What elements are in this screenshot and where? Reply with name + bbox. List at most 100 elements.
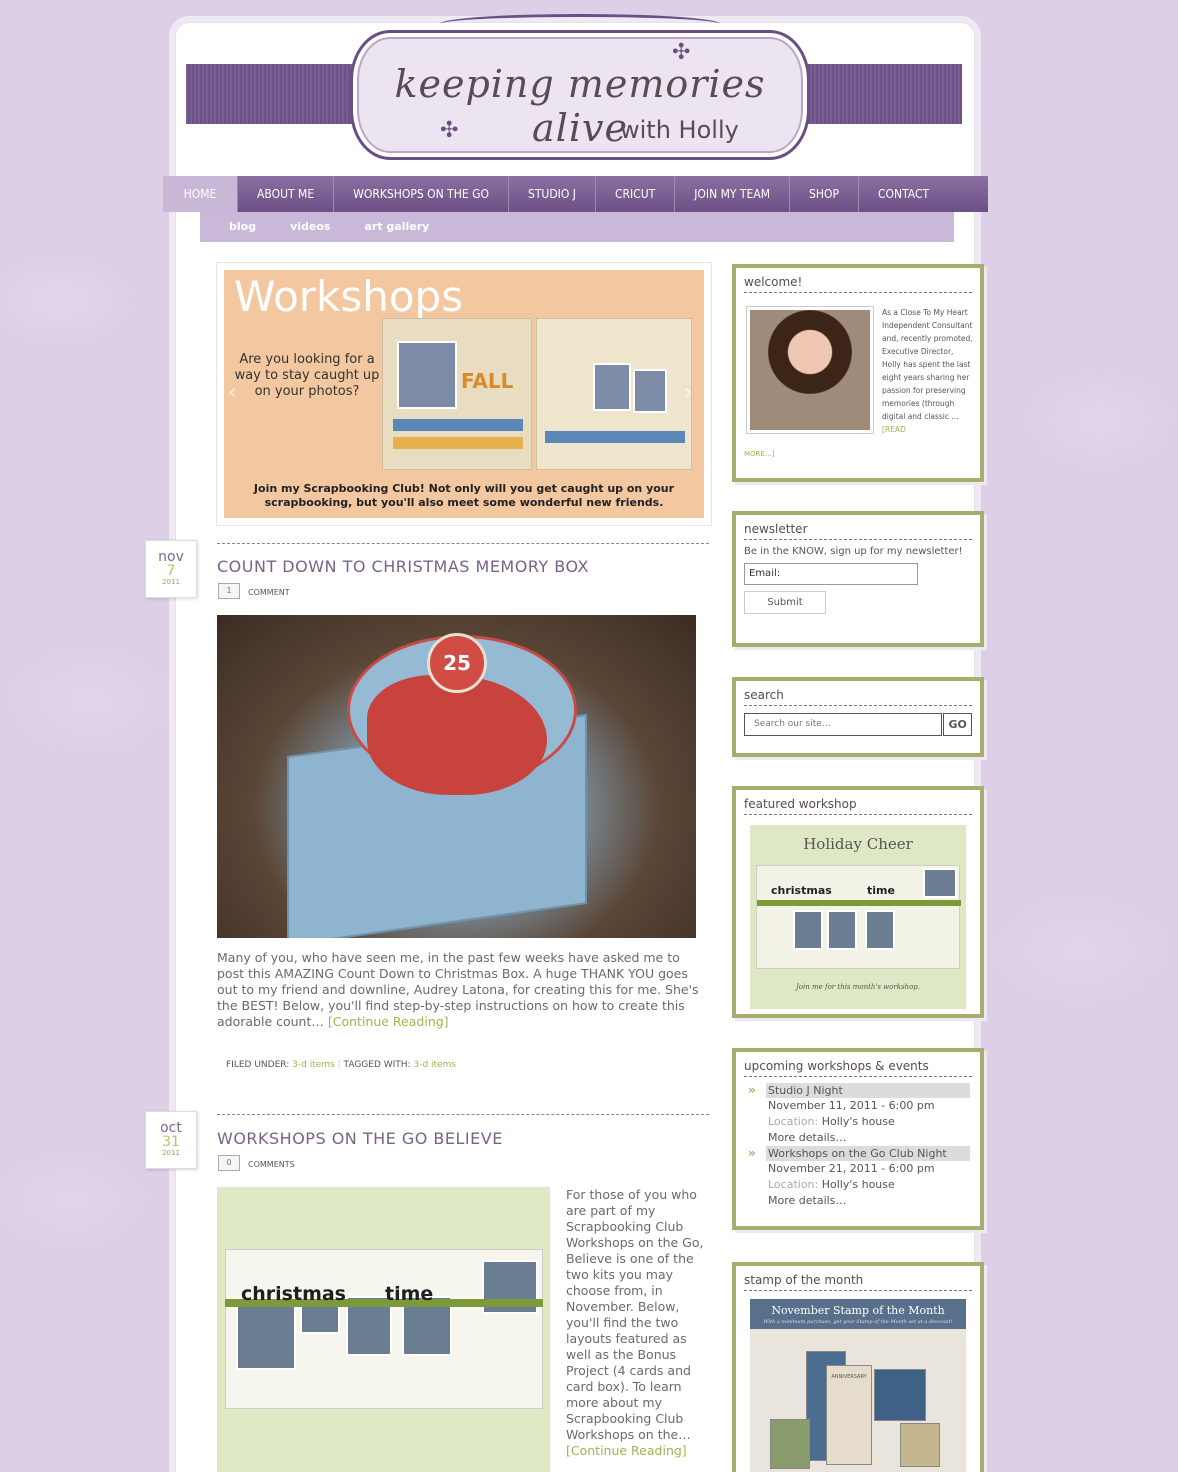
post-date: oct 31 2011 [145, 1111, 197, 1169]
location-label: Location: [768, 1178, 819, 1191]
event-title[interactable]: Studio J Night [766, 1083, 970, 1098]
location-value: Holly's house [821, 1178, 895, 1191]
event-item: » Workshops on the Go Club Night Novembe… [748, 1146, 970, 1209]
featured-workshop-image[interactable]: Holiday Cheer christmas time Join me for… [750, 825, 966, 1009]
stamp-card-word: ANNIVERSARY [826, 1365, 872, 1465]
search-widget: search Search our site… GO [732, 677, 984, 757]
slider-photo-word: FALL [461, 369, 514, 393]
post-divider [217, 1114, 709, 1115]
featured-image-word: christmas [771, 884, 832, 897]
event-location: Location: Holly's house [766, 1114, 970, 1130]
post-title[interactable]: COUNT DOWN TO CHRISTMAS MEMORY BOX [217, 557, 589, 576]
email-field[interactable]: Email: [744, 563, 918, 585]
category-link[interactable]: 3-d items [292, 1060, 335, 1070]
read-more-link[interactable]: MORE…] [744, 450, 775, 458]
welcome-text: As a Close To My Heart Independent Consu… [882, 306, 974, 436]
post-year: 2011 [162, 1149, 180, 1157]
widget-title: welcome! [744, 275, 972, 293]
post-image[interactable]: christmas time [217, 1187, 550, 1472]
post-excerpt: Many of you, who have seen me, in the pa… [217, 950, 699, 1030]
newsletter-widget: newsletter Be in the KNOW, sign up for m… [732, 511, 984, 647]
featured-image-title: Holiday Cheer [803, 835, 913, 853]
slider-question: Are you looking for a way to stay caught… [234, 352, 380, 399]
nav-item-home[interactable]: HOME [163, 176, 238, 212]
stamp-image[interactable]: November Stamp of the Month With a minim… [750, 1299, 966, 1472]
search-input[interactable]: Search our site… [744, 713, 943, 736]
featured-image-word: time [867, 884, 895, 897]
event-title[interactable]: Workshops on the Go Club Night [766, 1146, 970, 1161]
post-excerpt-text: Many of you, who have seen me, in the pa… [217, 950, 699, 1029]
location-value: Holly's house [821, 1115, 895, 1128]
widget-title: stamp of the month [744, 1273, 972, 1291]
post-excerpt-text: For those of you who are part of my Scra… [566, 1187, 704, 1442]
tag-link[interactable]: 3-d items [413, 1060, 456, 1070]
slider-layout-image: FALL [382, 318, 532, 470]
event-details-link[interactable]: More details… [766, 1193, 970, 1209]
post-title[interactable]: WORKSHOPS ON THE GO BELIEVE [217, 1129, 503, 1148]
post-image-word: christmas [241, 1283, 346, 1305]
subnav-item-videos[interactable]: videos [290, 212, 330, 242]
post-day: 31 [162, 1134, 180, 1150]
slider-next-icon[interactable]: › [684, 380, 693, 405]
sub-nav: blog videos art gallery [200, 212, 954, 242]
post-excerpt: For those of you who are part of my Scra… [566, 1187, 706, 1459]
slider-title: Workshops [234, 272, 464, 321]
nav-item-studio-j[interactable]: STUDIO J [509, 176, 596, 212]
comment-label[interactable]: COMMENTS [248, 1160, 295, 1169]
slider-layout-image [536, 318, 692, 470]
post-date: nov 7 2011 [145, 540, 197, 598]
filed-under-label: FILED UNDER: [226, 1060, 290, 1070]
welcome-widget: welcome! As a Close To My Heart Independ… [732, 264, 984, 482]
nav-item-workshops-on-the-go[interactable]: WORKSHOPS ON THE GO [334, 176, 509, 212]
subnav-item-blog[interactable]: blog [229, 212, 256, 242]
featured-workshop-widget: featured workshop Holiday Cheer christma… [732, 786, 984, 1018]
welcome-body: As a Close To My Heart Independent Consu… [882, 308, 973, 421]
read-more-link[interactable]: [READ [882, 425, 906, 434]
post-meta: FILED UNDER: 3-d items | TAGGED WITH: 3-… [226, 1060, 457, 1070]
featured-slider[interactable]: Workshops Are you looking for a way to s… [216, 262, 712, 526]
search-go-button[interactable]: GO [943, 713, 972, 736]
nav-item-shop[interactable]: SHOP [790, 176, 859, 212]
continue-reading-link[interactable]: [Continue Reading] [566, 1443, 687, 1458]
chevron-right-icon: » [748, 1083, 756, 1097]
post-image-badge: 25 [427, 633, 487, 693]
logo-swirl-ornament [440, 14, 720, 34]
stamp-image-title: November Stamp of the Month [771, 1304, 945, 1317]
location-label: Location: [768, 1115, 819, 1128]
post-month: nov [158, 549, 184, 565]
continue-reading-link[interactable]: [Continue Reading] [328, 1014, 449, 1029]
events-widget: upcoming workshops & events » Studio J N… [732, 1048, 984, 1230]
stamp-image-subtitle: With a minimum purchase, get your Stamp … [763, 1319, 953, 1325]
stamp-of-month-widget: stamp of the month November Stamp of the… [732, 1262, 984, 1472]
widget-title: upcoming workshops & events [744, 1059, 972, 1077]
avatar [746, 306, 874, 434]
comment-icon[interactable]: 0 [218, 1155, 240, 1171]
submit-button[interactable]: Submit [744, 591, 826, 614]
event-location: Location: Holly's house [766, 1177, 970, 1193]
dragonfly-icon: ✣ [440, 118, 459, 143]
chevron-right-icon: » [748, 1146, 756, 1160]
dragonfly-icon: ✣ [672, 40, 691, 65]
tagged-with-label: TAGGED WITH: [343, 1060, 411, 1070]
post-divider [217, 543, 709, 544]
nav-item-contact[interactable]: CONTACT [859, 176, 948, 212]
comment-icon[interactable]: 1 [218, 583, 240, 599]
event-date: November 11, 2011 - 6:00 pm [768, 1099, 935, 1112]
nav-item-cricut[interactable]: CRICUT [596, 176, 676, 212]
post-day: 7 [166, 563, 176, 579]
main-nav: HOME ABOUT ME WORKSHOPS ON THE GO STUDIO… [163, 176, 988, 212]
subnav-item-art-gallery[interactable]: art gallery [364, 212, 429, 242]
post-image[interactable]: 25 [217, 615, 696, 938]
nav-item-about-me[interactable]: ABOUT ME [238, 176, 335, 212]
widget-title: featured workshop [744, 797, 972, 815]
slider-prev-icon[interactable]: ‹ [228, 380, 237, 405]
logo-subtitle: with Holly [620, 116, 739, 144]
post-image-word: time [385, 1283, 434, 1305]
post-month: oct [160, 1120, 182, 1136]
post-year: 2011 [162, 578, 180, 586]
event-details-link[interactable]: More details… [766, 1130, 970, 1146]
widget-title: search [744, 688, 972, 706]
nav-item-join-my-team[interactable]: JOIN MY TEAM [675, 176, 791, 212]
comment-label[interactable]: COMMENT [248, 588, 290, 597]
newsletter-text: Be in the KNOW, sign up for my newslette… [744, 546, 963, 557]
